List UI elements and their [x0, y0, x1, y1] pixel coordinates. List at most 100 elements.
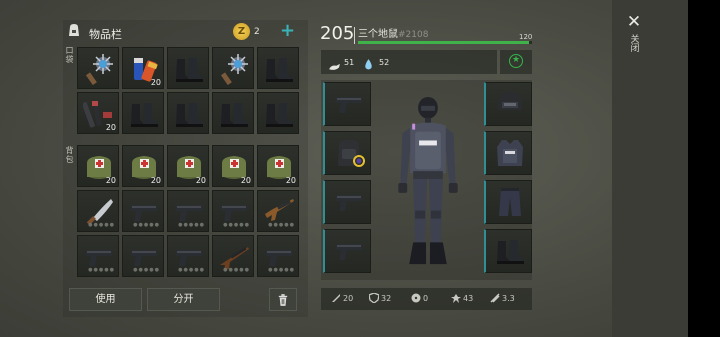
player-level: 205 [320, 23, 355, 44]
inventory-slot-medkit-bag[interactable]: 20 [212, 145, 254, 187]
inventory-slot-pistol[interactable]: ●●●●● [212, 190, 254, 232]
use-button[interactable]: 使用 [69, 288, 142, 311]
stat-value: 43 [463, 294, 474, 303]
stat-speed: 43 [451, 293, 473, 303]
player-id: #2108 [398, 30, 429, 40]
boots-icon [131, 103, 158, 127]
inventory-slot-medkit-bag[interactable]: 20 [122, 145, 164, 187]
character-model [398, 96, 458, 265]
stat-value: 20 [343, 294, 354, 303]
speed-icon [451, 294, 461, 303]
durability-dots: ●●●●● [178, 267, 205, 273]
screen-edge [688, 0, 720, 337]
inventory-slot-boots[interactable] [122, 92, 164, 134]
equipment-slot-left-pistol[interactable] [323, 82, 371, 126]
equipment-slot-right-boots[interactable] [484, 229, 532, 273]
inventory-slot-medkit-bag[interactable]: 20 [77, 145, 119, 187]
boots-icon [266, 58, 293, 82]
equipment-slot-right-helmet[interactable] [484, 82, 532, 126]
close-icon: ✕ [626, 12, 642, 32]
durability-dots: ●●●●● [88, 222, 115, 228]
helmet-icon [498, 92, 522, 110]
food-value: 51 [344, 58, 355, 67]
equipment-slot-right-vest[interactable] [484, 131, 532, 175]
trash-button[interactable] [269, 288, 297, 311]
inventory-slot-machete[interactable]: ●●●●● [77, 190, 119, 232]
inventory-slot-batteries[interactable]: 20 [122, 47, 164, 89]
inventory-slot-spiked-club[interactable] [212, 47, 254, 89]
backpack-icon [338, 140, 365, 167]
inventory-slot-pistol[interactable]: ●●●●● [122, 190, 164, 232]
pistol-icon [336, 244, 362, 260]
player-name: 三个地鼠#2108 [358, 25, 428, 40]
backpack-section-label: 背包 [65, 146, 74, 164]
durability-dots: ●●●●● [268, 267, 295, 273]
star-status-icon[interactable]: ★ [509, 54, 523, 68]
armor-icon [368, 292, 380, 304]
durability-dots: ●●●●● [133, 267, 160, 273]
stat-value: 3.3 [502, 294, 515, 303]
inventory-slot-tools[interactable]: 20 [77, 92, 119, 134]
inventory-slot-boots[interactable] [167, 47, 209, 89]
food-icon [328, 57, 341, 76]
close-label: 关闭 [628, 34, 639, 52]
water-value: 52 [379, 58, 390, 67]
split-button[interactable]: 分开 [147, 288, 220, 311]
inventory-slot-pistol[interactable]: ●●●●● [77, 235, 119, 277]
stat-radiation: 0 [411, 293, 428, 303]
trash-icon [278, 294, 288, 306]
inventory-slot-boots[interactable] [167, 92, 209, 134]
spiked-club-icon [220, 54, 248, 85]
radiation-icon [411, 293, 421, 303]
backpack-icon [66, 22, 82, 38]
item-count: 20 [105, 123, 116, 132]
spiked-club-icon [85, 54, 113, 85]
equipment-slot-left-pistol[interactable] [323, 180, 371, 224]
inventory-slot-pistol[interactable]: ●●●●● [122, 235, 164, 277]
inventory-slot-pistol[interactable]: ●●●●● [167, 235, 209, 277]
coin-icon: Z [233, 23, 250, 40]
pants-icon [499, 188, 521, 216]
pocket-label: 口袋 [65, 46, 74, 64]
item-count: 20 [285, 176, 296, 185]
damage-icon [332, 294, 340, 302]
inventory-slot-shotgun[interactable]: ●●●●● [212, 235, 254, 277]
hp-bar-fill [358, 41, 529, 44]
stat-value: 0 [423, 294, 429, 303]
add-coins-button[interactable]: + [280, 20, 295, 41]
inventory-slot-spiked-club[interactable] [77, 47, 119, 89]
boots-icon [497, 240, 524, 264]
coin-count: 2 [254, 27, 260, 37]
pistol-icon [336, 97, 362, 113]
durability-dots: ●●●●● [133, 222, 160, 228]
item-count: 20 [150, 176, 161, 185]
inventory-slot-rifle[interactable]: ●●●●● [257, 190, 299, 232]
equipment-slot-right-pants[interactable] [484, 180, 532, 224]
boots-icon [176, 103, 203, 127]
item-count: 20 [195, 176, 206, 185]
inventory-slot-pistol[interactable]: ●●●●● [167, 190, 209, 232]
durability-dots: ●●●●● [178, 222, 205, 228]
inventory-slot-medkit-bag[interactable]: 20 [257, 145, 299, 187]
inventory-slot-boots[interactable] [257, 47, 299, 89]
close-button[interactable]: ✕ 关闭 [622, 12, 646, 68]
item-count: 20 [240, 176, 251, 185]
inventory-slot-boots[interactable] [212, 92, 254, 134]
boots-icon [266, 103, 293, 127]
inventory-slot-pistol[interactable]: ●●●●● [257, 235, 299, 277]
inventory-slot-boots[interactable] [257, 92, 299, 134]
attack-speed-icon [490, 293, 500, 303]
stat-attack-speed: 3.3 [490, 293, 515, 303]
boots-icon [176, 58, 203, 82]
inventory-slot-medkit-bag[interactable]: 20 [167, 145, 209, 187]
equipment-slot-left-backpack[interactable] [323, 131, 371, 175]
level-divider [354, 27, 355, 44]
equipment-slot-left-pistol[interactable] [323, 229, 371, 273]
item-count: 20 [150, 78, 161, 87]
stat-damage: 20 [331, 293, 353, 303]
durability-dots: ●●●●● [223, 267, 250, 273]
vest-icon [497, 140, 523, 166]
pistol-icon [336, 195, 362, 211]
durability-dots: ●●●●● [268, 222, 295, 228]
durability-dots: ●●●●● [223, 222, 250, 228]
